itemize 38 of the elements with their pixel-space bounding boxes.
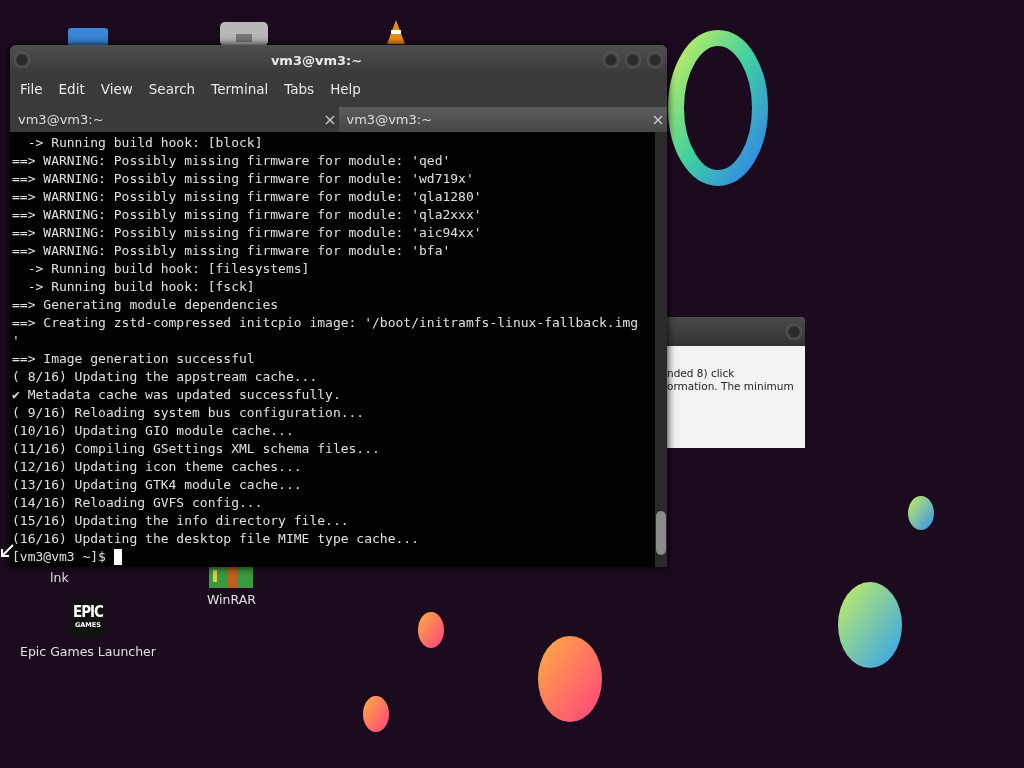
desktop-icon-label[interactable]: lnk [48,570,71,585]
menu-item[interactable]: Edit [50,81,93,97]
terminal-line: ==> Generating module dependencies [12,296,280,314]
terminal-line: ==> Creating zstd-compressed initcpio image: '/boot/initramfs-linux-fallback.img [12,314,640,332]
terminal-line: (11/16) Compiling GSettings XML schema files... [12,440,381,458]
window-title: vm3@vm3:~ [269,52,364,68]
menu-item[interactable]: Help [322,81,369,97]
menu-item[interactable]: Tabs [276,81,323,97]
terminal-line: -> Running build hook: [fsck] [26,278,256,296]
menu-item[interactable]: View [92,81,141,97]
desktop-icon-label[interactable]: Epic Games Launcher [18,644,158,659]
terminal-line: (16/16) Updating the desktop file MIME type cache... [12,530,420,548]
terminal-line: ==> WARNING: Possibly missing firmware for module: 'bfa' [12,242,452,260]
dialog-text: nded 8) click [667,367,736,380]
terminal-line: ==> WARNING: Possibly missing firmware for module: 'aic94xx' [12,224,483,242]
terminal-line: ==> Image generation successful [12,350,256,368]
terminal-line: ==> WARNING: Possibly missing firmware for module: 'wd719x' [12,170,475,188]
terminal-line: (14/16) Reloading GVFS config... [12,494,264,512]
menu-item[interactable]: File [12,81,51,97]
terminal-line: ==> WARNING: Possibly missing firmware for module: 'qed' [12,152,452,170]
terminal-line: ' [12,332,21,350]
dialog-text: ormation. The minimum [667,380,795,393]
terminal-prompt: [vm3@vm3 ~]$ [12,548,107,566]
terminal-line: ✔ Metadata cache was updated successfully. [12,386,342,404]
terminal-line: (13/16) Updating GTK4 module cache... [12,476,303,494]
terminal-line: ==> WARNING: Possibly missing firmware for module: 'qla1280' [12,188,483,206]
terminal-line: (10/16) Updating GIO module cache... [12,422,295,440]
terminal-line: -> Running build hook: [block] [26,134,264,152]
terminal-tab[interactable]: vm3@vm3:~ [338,107,667,132]
terminal-line: ==> WARNING: Possibly missing firmware for module: 'qla2xxx' [12,206,483,224]
terminal-line: ( 9/16) Reloading system bus configuration... [12,404,366,422]
menu-item[interactable]: Terminal [203,81,277,97]
terminal-line: (15/16) Updating the info directory file... [12,512,350,530]
menu-item[interactable]: Search [140,81,204,97]
terminal-line: -> Running build hook: [filesystems] [26,260,311,278]
terminal-line: ( 8/16) Updating the appstream cache... [12,368,319,386]
terminal-line: (12/16) Updating icon theme caches... [12,458,303,476]
desktop-icon-label[interactable]: WinRAR [205,592,258,607]
